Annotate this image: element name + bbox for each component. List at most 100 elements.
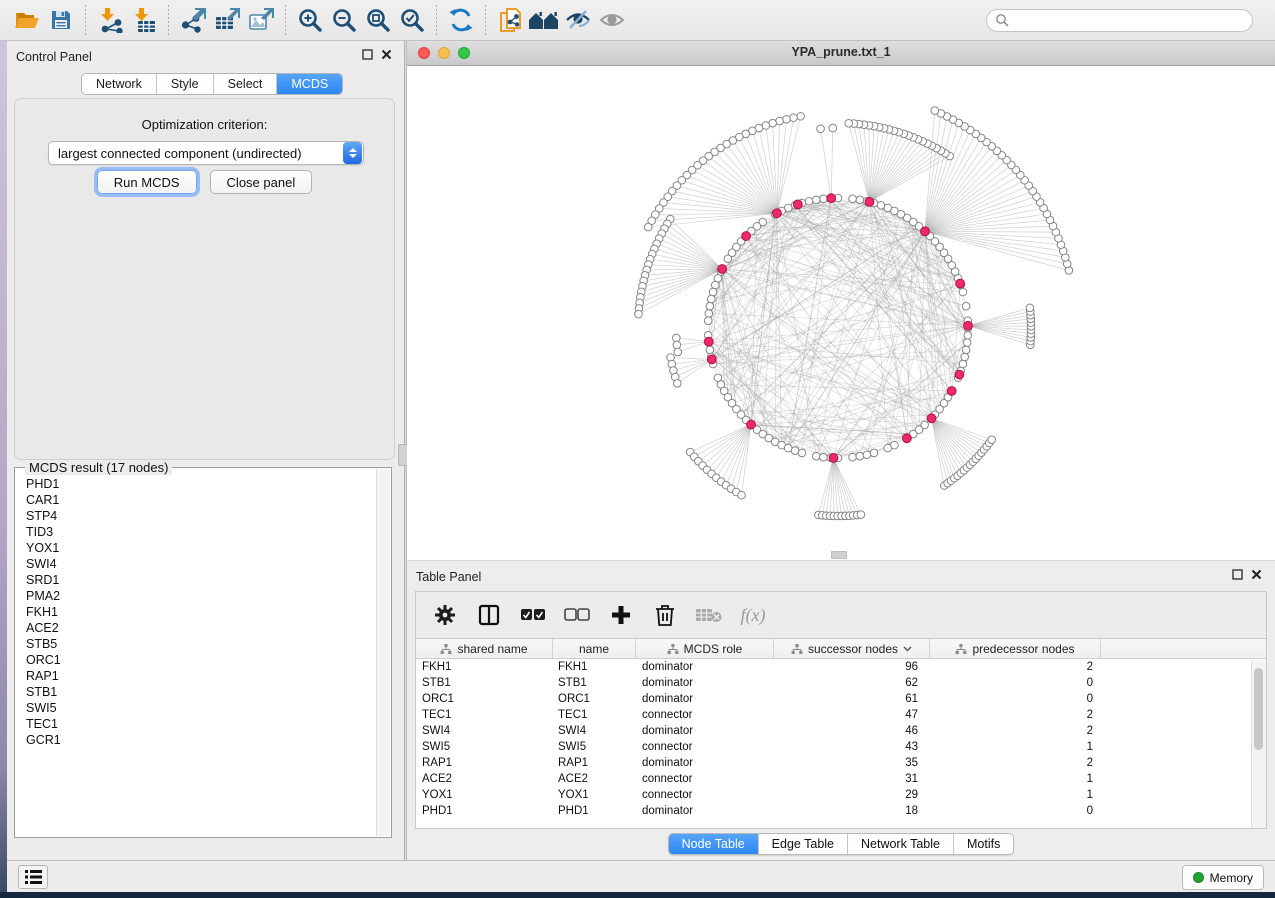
show-all-button[interactable]: [595, 4, 629, 36]
table-cell[interactable]: 35: [774, 755, 930, 771]
add-column-button[interactable]: [606, 600, 636, 630]
table-settings-button[interactable]: [430, 600, 460, 630]
table-cell[interactable]: 1: [930, 787, 1101, 803]
table-row[interactable]: TEC1TEC1connector472: [416, 707, 1266, 723]
network-node[interactable]: [845, 119, 853, 127]
mcds-result-item[interactable]: YOX1: [16, 540, 376, 556]
network-node[interactable]: [705, 310, 713, 318]
network-node[interactable]: [812, 196, 820, 204]
network-hub-node[interactable]: [827, 194, 836, 203]
table-cell[interactable]: dominator: [636, 675, 774, 691]
table-cell[interactable]: connector: [636, 739, 774, 755]
network-node[interactable]: [891, 441, 899, 449]
table-cell[interactable]: RAP1: [416, 755, 553, 771]
table-cell[interactable]: 29: [774, 787, 930, 803]
network-hub-node[interactable]: [747, 420, 756, 429]
table-cell[interactable]: 1: [930, 739, 1101, 755]
table-cell[interactable]: 0: [930, 803, 1101, 819]
network-hub-node[interactable]: [902, 434, 911, 443]
table-cell[interactable]: 43: [774, 739, 930, 755]
table-cell[interactable]: ACE2: [553, 771, 636, 787]
table-cell[interactable]: STB1: [553, 675, 636, 691]
network-hub-node[interactable]: [956, 279, 965, 288]
node-table[interactable]: shared namenameMCDS rolesuccessor nodesp…: [415, 638, 1267, 829]
network-node[interactable]: [704, 317, 712, 325]
deselect-all-columns-button[interactable]: [562, 600, 592, 630]
network-node[interactable]: [738, 491, 746, 499]
network-node[interactable]: [791, 447, 799, 455]
network-node[interactable]: [820, 195, 828, 203]
network-hub-node[interactable]: [793, 200, 802, 209]
table-cell[interactable]: 2: [930, 723, 1101, 739]
mcds-result-item[interactable]: ORC1: [16, 652, 376, 668]
export-table-button[interactable]: [210, 4, 244, 36]
memory-button[interactable]: Memory: [1182, 865, 1264, 890]
table-row[interactable]: ORC1ORC1dominator610: [416, 691, 1266, 707]
tab-select[interactable]: Select: [214, 74, 278, 94]
mcds-result-item[interactable]: GCR1: [16, 732, 376, 748]
network-hub-node[interactable]: [865, 197, 874, 206]
table-cell[interactable]: YOX1: [553, 787, 636, 803]
mcds-result-item[interactable]: PHD1: [16, 476, 376, 492]
float-panel-icon[interactable]: [1232, 569, 1243, 580]
tab-motifs[interactable]: Motifs: [954, 834, 1013, 854]
table-cell[interactable]: SWI4: [416, 723, 553, 739]
network-node[interactable]: [797, 112, 805, 120]
table-cell[interactable]: 46: [774, 723, 930, 739]
table-cell[interactable]: YOX1: [416, 787, 553, 803]
network-node[interactable]: [856, 196, 864, 204]
table-cell[interactable]: 62: [774, 675, 930, 691]
mcds-list-scrollbar[interactable]: [376, 469, 390, 836]
zoom-in-button[interactable]: [293, 4, 327, 36]
mcds-result-item[interactable]: STP4: [16, 508, 376, 524]
table-cell[interactable]: 96: [774, 659, 930, 675]
network-hub-node[interactable]: [718, 265, 727, 274]
network-node[interactable]: [724, 255, 732, 263]
table-cell[interactable]: connector: [636, 771, 774, 787]
table-cell[interactable]: connector: [636, 787, 774, 803]
table-cell[interactable]: ORC1: [416, 691, 553, 707]
hide-selected-button[interactable]: [561, 4, 595, 36]
table-cell[interactable]: FKH1: [416, 659, 553, 675]
table-cell[interactable]: ACE2: [416, 771, 553, 787]
network-node[interactable]: [635, 310, 643, 318]
mcds-result-list[interactable]: PHD1CAR1STP4TID3YOX1SWI4SRD1PMA2FKH1ACE2…: [16, 476, 376, 836]
import-table-button[interactable]: [127, 4, 161, 36]
horizontal-splitter-handle[interactable]: [831, 551, 847, 559]
network-node[interactable]: [1026, 304, 1034, 312]
network-hub-node[interactable]: [829, 454, 838, 463]
table-row[interactable]: SWI4SWI4dominator462: [416, 723, 1266, 739]
zoom-out-button[interactable]: [327, 4, 361, 36]
table-scrollbar-thumb[interactable]: [1254, 668, 1263, 750]
network-node[interactable]: [711, 281, 719, 289]
select-all-columns-button[interactable]: [518, 600, 548, 630]
table-cell[interactable]: SWI5: [553, 739, 636, 755]
table-cell[interactable]: 2: [930, 755, 1101, 771]
tab-mcds[interactable]: MCDS: [277, 74, 342, 94]
table-cell[interactable]: 2: [930, 707, 1101, 723]
network-node[interactable]: [959, 288, 967, 296]
delete-column-button[interactable]: [650, 600, 680, 630]
network-node[interactable]: [805, 197, 813, 205]
network-node[interactable]: [959, 360, 967, 368]
column-header-name[interactable]: name: [553, 639, 636, 658]
table-cell[interactable]: TEC1: [553, 707, 636, 723]
network-node[interactable]: [962, 302, 970, 310]
table-cell[interactable]: 0: [930, 675, 1101, 691]
mcds-result-item[interactable]: FKH1: [16, 604, 376, 620]
panel-layout-button[interactable]: [474, 600, 504, 630]
export-network-button[interactable]: [176, 4, 210, 36]
table-cell[interactable]: 0: [930, 691, 1101, 707]
network-node[interactable]: [829, 124, 837, 132]
mcds-result-item[interactable]: TEC1: [16, 716, 376, 732]
network-node[interactable]: [783, 115, 791, 123]
search-input[interactable]: [1014, 13, 1244, 27]
table-row[interactable]: PHD1PHD1dominator180: [416, 803, 1266, 819]
close-panel-icon[interactable]: [1251, 569, 1262, 580]
network-node[interactable]: [961, 353, 969, 361]
network-node[interactable]: [817, 125, 825, 133]
export-image-button[interactable]: [244, 4, 278, 36]
network-hub-node[interactable]: [921, 227, 930, 236]
column-header-MCDS-role[interactable]: MCDS role: [636, 639, 774, 658]
network-hub-node[interactable]: [964, 321, 973, 330]
